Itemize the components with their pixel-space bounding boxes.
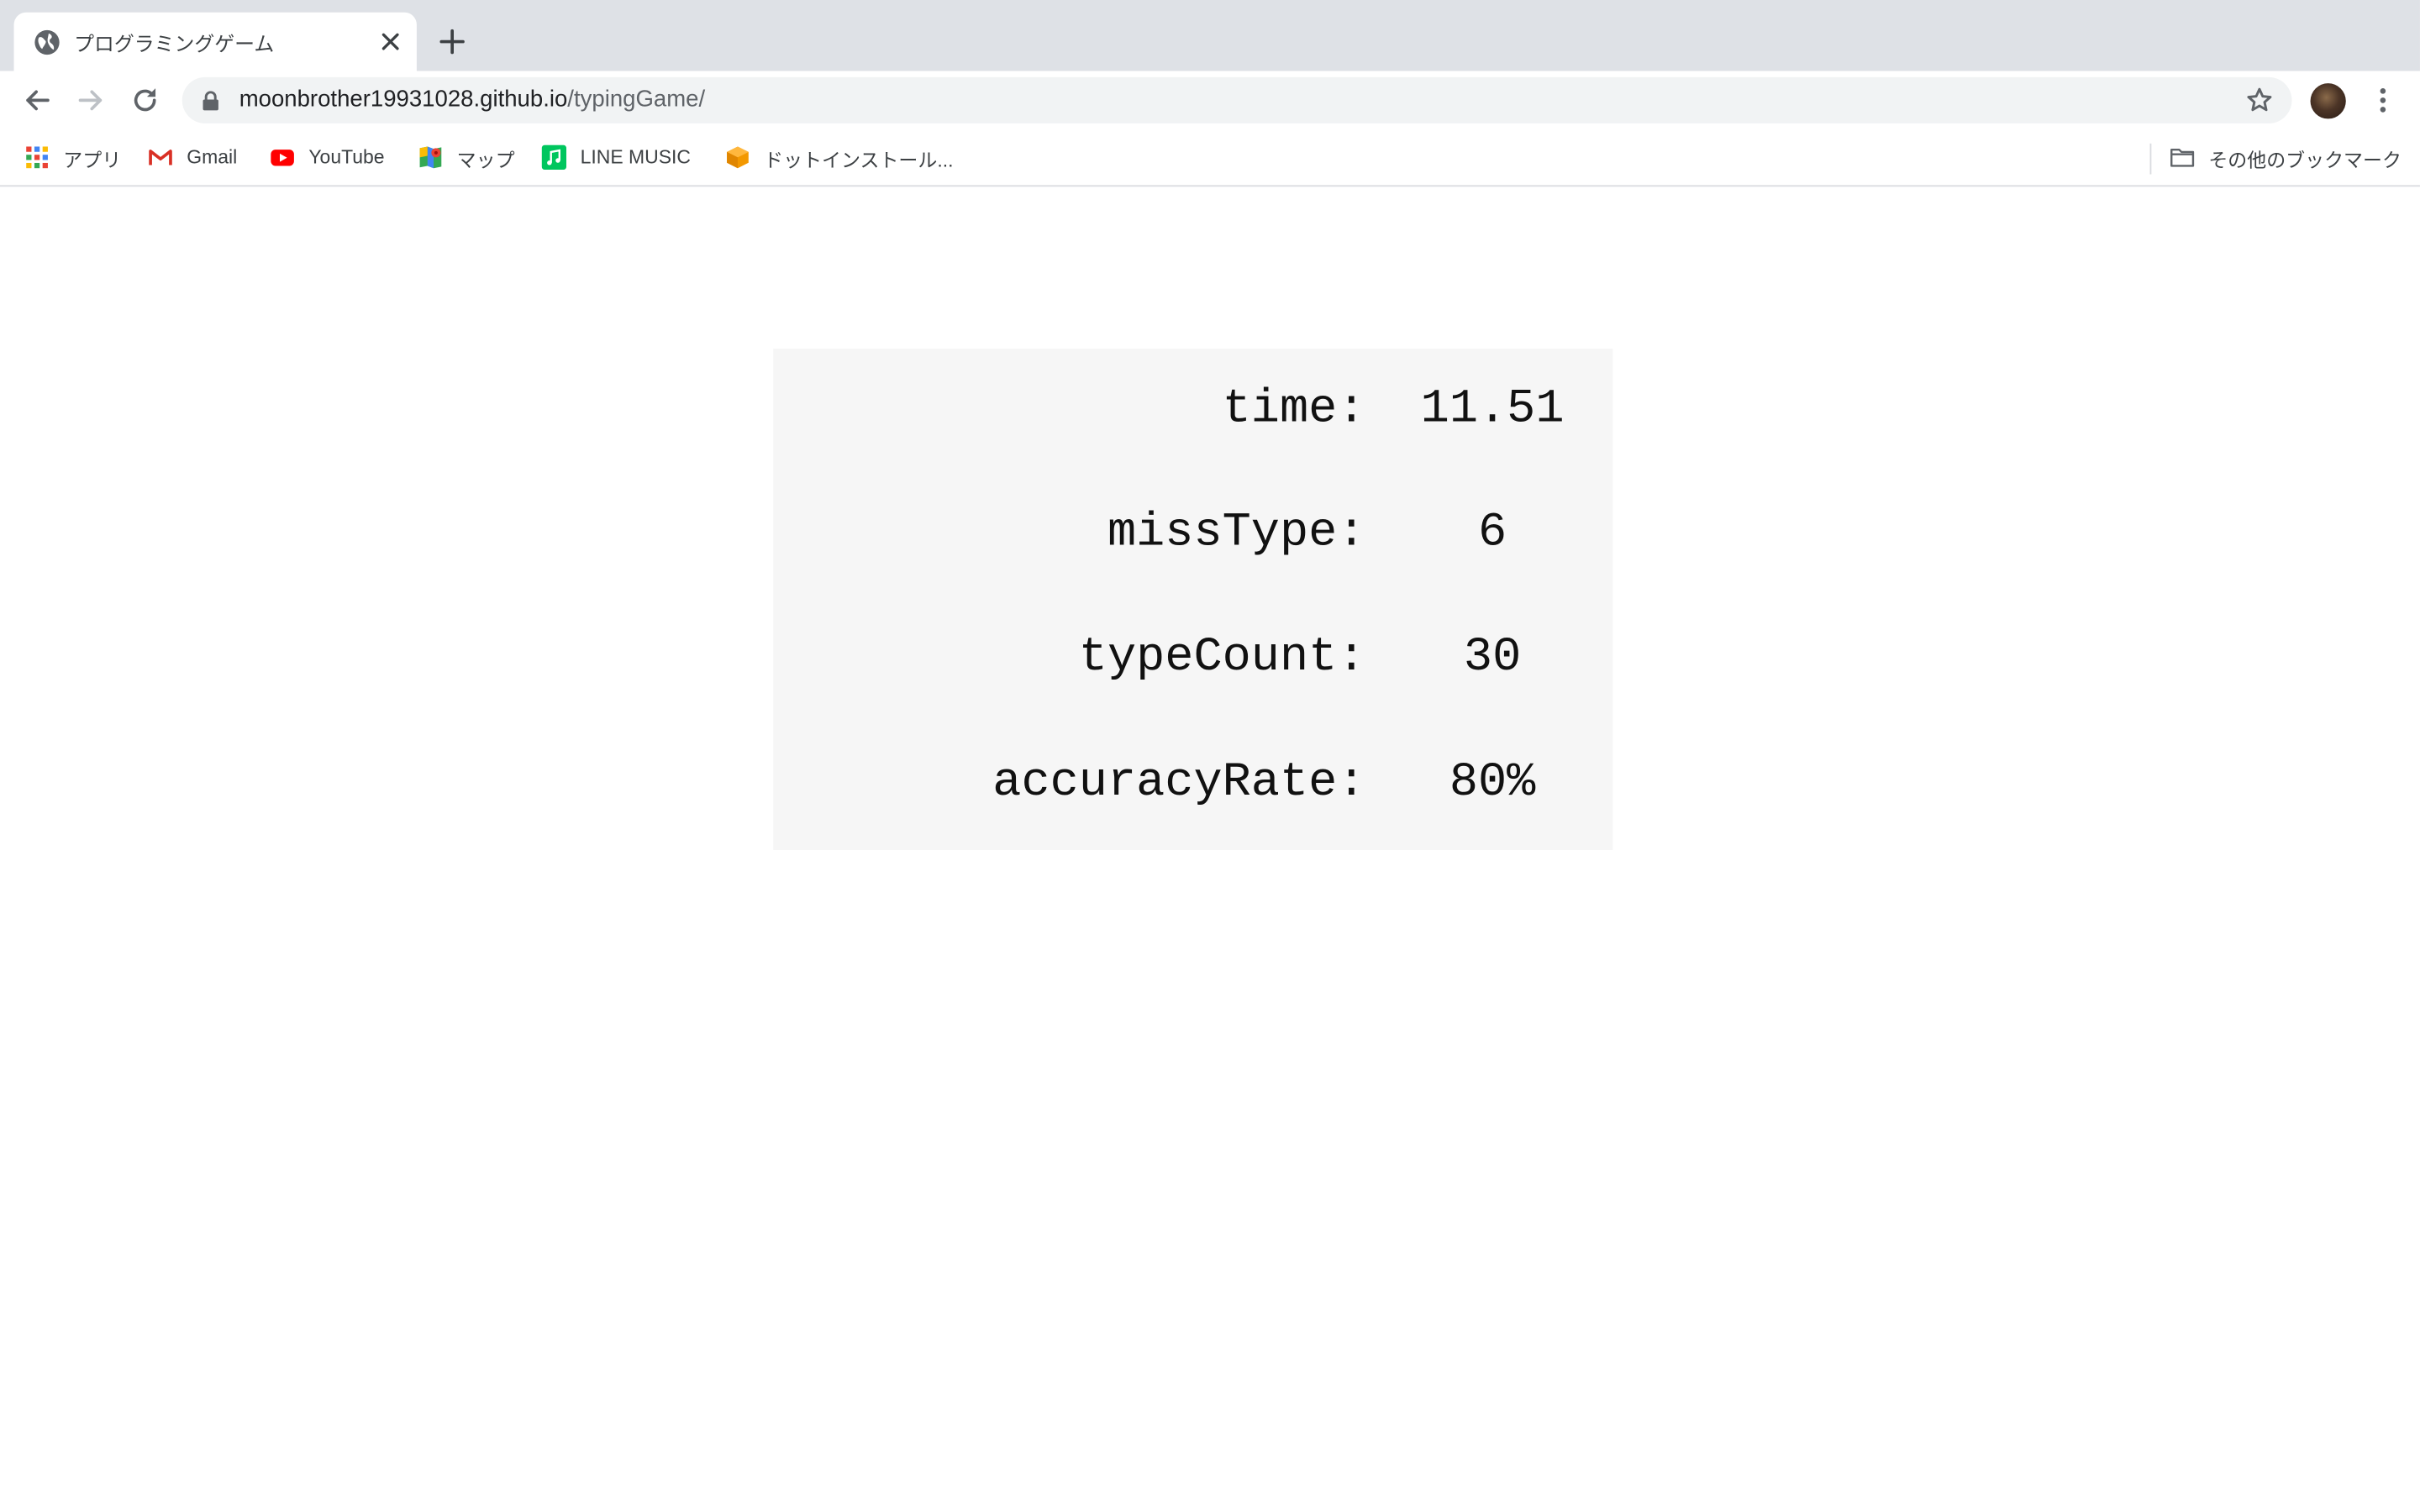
result-panel: time: 11.51 missType: 6 typeCount: 30 ac… bbox=[773, 349, 1613, 851]
tab-title: プログラミングゲーム bbox=[74, 32, 275, 56]
maps-icon bbox=[419, 146, 442, 169]
bookmark-youtube[interactable]: YouTube bbox=[270, 144, 385, 171]
address-bar[interactable]: moonbrother19931028.github.io/typingGame… bbox=[182, 76, 2292, 123]
bookmark-label: ドットインストール... bbox=[764, 149, 954, 171]
bookmark-label: アプリ bbox=[63, 149, 122, 171]
stat-label: accuracyRate: bbox=[992, 755, 1366, 811]
stat-value: 30 bbox=[1463, 631, 1522, 685]
stat-row-time: time: 11.51 bbox=[773, 383, 1612, 444]
bookmark-dotinstall[interactable]: ドットインストール... bbox=[725, 144, 953, 171]
youtube-icon bbox=[271, 150, 294, 166]
bookmark-label: Gmail bbox=[187, 146, 238, 169]
browser-toolbar: moonbrother19931028.github.io/typingGame… bbox=[0, 71, 2420, 130]
forward-arrow-icon[interactable] bbox=[76, 85, 107, 116]
tab-strip: プログラミングゲーム bbox=[0, 0, 2420, 71]
stat-row-typecount: typeCount: 30 bbox=[773, 631, 1612, 692]
url-path: /typingGame/ bbox=[567, 86, 706, 113]
bookmark-star-icon[interactable] bbox=[2245, 87, 2273, 114]
bookmark-line-music[interactable]: LINE MUSIC bbox=[541, 144, 692, 171]
bookmark-gmail[interactable]: Gmail bbox=[148, 144, 237, 171]
close-icon[interactable] bbox=[378, 29, 402, 54]
stat-label: typeCount: bbox=[1078, 631, 1366, 685]
stat-row-accuracyrate: accuracyRate: 80% bbox=[773, 756, 1612, 817]
lock-icon[interactable] bbox=[203, 91, 219, 111]
other-bookmarks-folder[interactable]: その他のブックマーク bbox=[2170, 144, 2402, 171]
browser-window: プログラミングゲーム moonbrother19931028.github.io… bbox=[0, 0, 2420, 1512]
dotinstall-icon bbox=[727, 146, 749, 169]
bookmark-label: LINE MUSIC bbox=[580, 146, 692, 169]
apps-grid-icon bbox=[26, 146, 48, 169]
url-text[interactable]: moonbrother19931028.github.io/typingGame… bbox=[239, 87, 705, 113]
folder-icon bbox=[2170, 148, 2195, 167]
stat-value: 11.51 bbox=[1420, 382, 1565, 437]
globe-icon bbox=[34, 29, 60, 55]
new-tab-plus-icon[interactable] bbox=[439, 28, 466, 55]
stat-row-misstype: missType: 6 bbox=[773, 506, 1612, 567]
stat-value: 80% bbox=[1449, 755, 1536, 811]
back-arrow-icon[interactable] bbox=[22, 85, 53, 116]
bookmark-label: その他のブックマーク bbox=[2208, 149, 2402, 171]
reload-icon[interactable] bbox=[129, 85, 160, 116]
bookmarks-separator bbox=[2149, 143, 2152, 175]
bookmark-apps[interactable]: アプリ bbox=[24, 144, 121, 171]
bookmark-maps[interactable]: マップ bbox=[418, 144, 515, 171]
gmail-icon bbox=[149, 150, 172, 165]
bookmarks-bar: アプリ Gmail YouTube マップ LINE MUSIC ドットインスト… bbox=[0, 129, 2420, 187]
browser-tab[interactable]: プログラミングゲーム bbox=[13, 12, 417, 71]
stat-value: 6 bbox=[1477, 506, 1507, 560]
stat-label: missType: bbox=[1107, 506, 1366, 560]
bookmark-label: YouTube bbox=[308, 146, 385, 169]
url-host: moonbrother19931028.github.io bbox=[239, 86, 568, 113]
bookmark-label: マップ bbox=[456, 149, 515, 171]
stat-label: time: bbox=[1222, 382, 1366, 437]
line-music-icon bbox=[541, 144, 567, 171]
more-vert-icon[interactable] bbox=[2369, 85, 2396, 116]
profile-avatar[interactable] bbox=[2310, 83, 2346, 119]
